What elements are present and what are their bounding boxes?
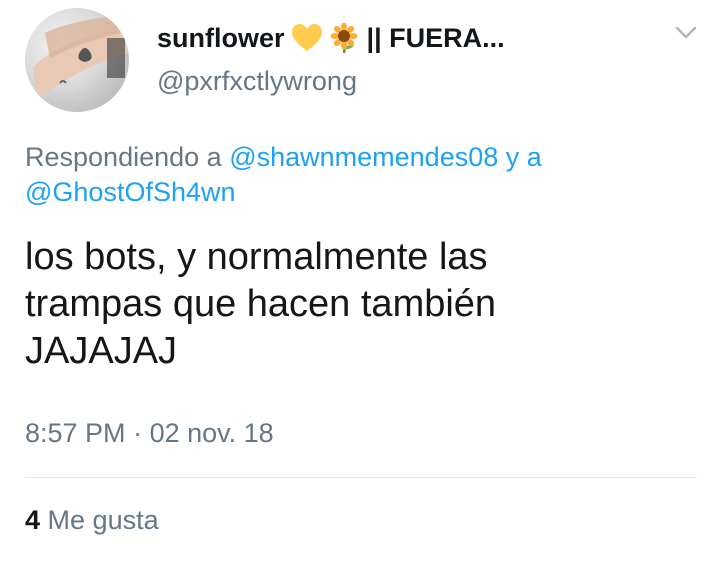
tweet-timestamp[interactable]: 8:57 PM · 02 nov. 18 bbox=[25, 418, 274, 449]
tweet-time: 8:57 PM bbox=[25, 418, 126, 448]
likes-label: Me gusta bbox=[47, 505, 159, 535]
chevron-down-icon[interactable] bbox=[675, 26, 697, 40]
reply-prefix: Respondiendo a bbox=[25, 142, 222, 172]
tweet-date: 02 nov. 18 bbox=[149, 418, 274, 448]
reply-context: Respondiendo a @shawnmemendes08 y a @Gho… bbox=[25, 140, 685, 210]
display-name-suffix: || FUERA... bbox=[366, 22, 505, 53]
user-handle[interactable]: @pxrfxctlywrong bbox=[157, 66, 357, 97]
mention-link[interactable]: @shawnmemendes08 bbox=[229, 142, 498, 172]
tweet-text: los bots, y normalmente las trampas que … bbox=[25, 234, 695, 375]
sunflower-icon bbox=[329, 23, 359, 53]
user-name-row[interactable]: sunflower || FUERA... bbox=[157, 18, 505, 58]
divider bbox=[25, 477, 697, 478]
likes-count: 4 bbox=[25, 505, 41, 535]
avatar[interactable] bbox=[25, 8, 129, 112]
tweet-line: trampas que hacen también bbox=[25, 283, 497, 325]
meta-separator: · bbox=[133, 418, 143, 448]
tweet-line: JAJAJAJ bbox=[25, 330, 178, 372]
reply-connector: y a bbox=[505, 142, 542, 172]
tweet-line: los bots, y normalmente las bbox=[25, 236, 488, 278]
yellow-heart-icon bbox=[291, 24, 322, 52]
likes-stat[interactable]: 4 Me gusta bbox=[25, 505, 159, 536]
mention-link[interactable]: @GhostOfSh4wn bbox=[25, 177, 236, 207]
avatar-image bbox=[33, 16, 129, 100]
display-name[interactable]: sunflower bbox=[157, 23, 285, 54]
